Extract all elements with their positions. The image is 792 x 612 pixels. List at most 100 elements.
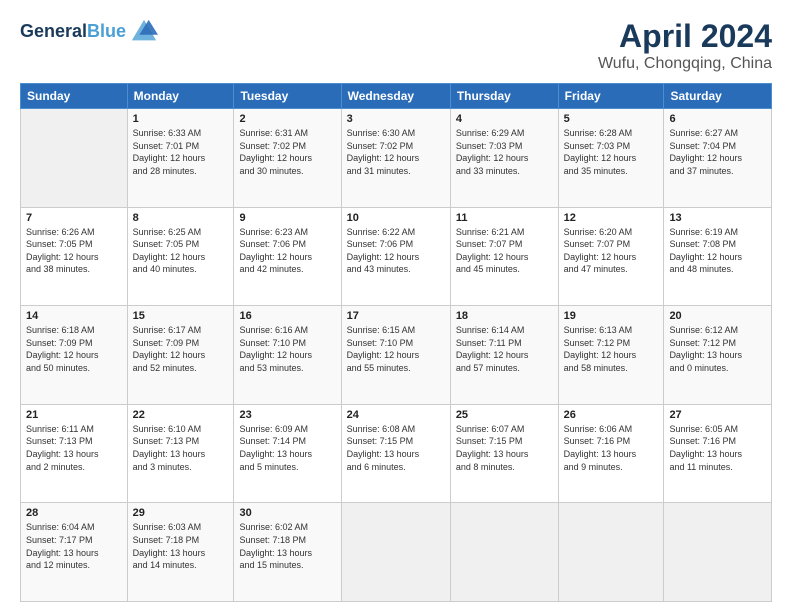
calendar-week-3: 14Sunrise: 6:18 AM Sunset: 7:09 PM Dayli…: [21, 306, 772, 405]
day-number: 7: [26, 212, 122, 224]
calendar-cell: 13 Sunrise: 6:19 AM Sunset: 7:08 PM Dayli…: [664, 207, 772, 306]
day-number: 30: [239, 507, 335, 519]
day-info: Sunrise: 6:16 AM Sunset: 7:10 PM Dayligh…: [239, 324, 335, 374]
day-number: 6: [669, 113, 766, 125]
calendar-cell: 29 Sunrise: 6:03 AM Sunset: 7:18 PM Dayli…: [127, 503, 234, 602]
col-sunday: Sunday: [21, 84, 128, 109]
day-number: 18: [456, 310, 553, 322]
calendar-cell: 10 Sunrise: 6:22 AM Sunset: 7:06 PM Dayli…: [341, 207, 450, 306]
day-info: Sunrise: 6:07 AM Sunset: 7:15 PM Dayligh…: [456, 423, 553, 473]
day-number: 27: [669, 409, 766, 421]
calendar-cell: [341, 503, 450, 602]
day-number: 5: [564, 113, 659, 125]
calendar-cell: 8 Sunrise: 6:25 AM Sunset: 7:05 PM Daylig…: [127, 207, 234, 306]
calendar-cell: [664, 503, 772, 602]
calendar-cell: 21 Sunrise: 6:11 AM Sunset: 7:13 PM Dayli…: [21, 404, 128, 503]
calendar-title: April 2024: [598, 18, 772, 55]
day-info: Sunrise: 6:20 AM Sunset: 7:07 PM Dayligh…: [564, 226, 659, 276]
calendar-cell: 9Sunrise: 6:23 AM Sunset: 7:06 PM Daylig…: [234, 207, 341, 306]
day-number: 12: [564, 212, 659, 224]
col-friday: Friday: [558, 84, 664, 109]
day-number: 15: [133, 310, 229, 322]
calendar-week-2: 7Sunrise: 6:26 AM Sunset: 7:05 PM Daylig…: [21, 207, 772, 306]
day-number: 23: [239, 409, 335, 421]
day-number: 25: [456, 409, 553, 421]
calendar-cell: 25 Sunrise: 6:07 AM Sunset: 7:15 PM Dayli…: [450, 404, 558, 503]
col-monday: Monday: [127, 84, 234, 109]
day-info: Sunrise: 6:25 AM Sunset: 7:05 PM Dayligh…: [133, 226, 229, 276]
day-number: 4: [456, 113, 553, 125]
logo: GeneralBlue: [20, 18, 158, 46]
day-info: Sunrise: 6:22 AM Sunset: 7:06 PM Dayligh…: [347, 226, 445, 276]
calendar-week-5: 28 Sunrise: 6:04 AM Sunset: 7:17 PM Dayli…: [21, 503, 772, 602]
calendar-cell: 20Sunrise: 6:12 AM Sunset: 7:12 PM Dayli…: [664, 306, 772, 405]
day-info: Sunrise: 6:31 AM Sunset: 7:02 PM Dayligh…: [239, 127, 335, 177]
day-info: Sunrise: 6:15 AM Sunset: 7:10 PM Dayligh…: [347, 324, 445, 374]
day-info: Sunrise: 6:12 AM Sunset: 7:12 PM Dayligh…: [669, 324, 766, 374]
calendar-cell: 4 Sunrise: 6:29 AM Sunset: 7:03 PM Daylig…: [450, 109, 558, 208]
day-info: Sunrise: 6:23 AM Sunset: 7:06 PM Dayligh…: [239, 226, 335, 276]
calendar-cell: 6Sunrise: 6:27 AM Sunset: 7:04 PM Daylig…: [664, 109, 772, 208]
calendar-cell: 15 Sunrise: 6:17 AM Sunset: 7:09 PM Dayli…: [127, 306, 234, 405]
calendar-cell: 3 Sunrise: 6:30 AM Sunset: 7:02 PM Daylig…: [341, 109, 450, 208]
day-info: Sunrise: 6:03 AM Sunset: 7:18 PM Dayligh…: [133, 521, 229, 571]
calendar-cell: 30Sunrise: 6:02 AM Sunset: 7:18 PM Dayli…: [234, 503, 341, 602]
day-info: Sunrise: 6:14 AM Sunset: 7:11 PM Dayligh…: [456, 324, 553, 374]
day-info: Sunrise: 6:21 AM Sunset: 7:07 PM Dayligh…: [456, 226, 553, 276]
day-info: Sunrise: 6:33 AM Sunset: 7:01 PM Dayligh…: [133, 127, 229, 177]
col-wednesday: Wednesday: [341, 84, 450, 109]
day-number: 22: [133, 409, 229, 421]
calendar-subtitle: Wufu, Chongqing, China: [598, 55, 772, 73]
calendar-cell: 14Sunrise: 6:18 AM Sunset: 7:09 PM Dayli…: [21, 306, 128, 405]
col-saturday: Saturday: [664, 84, 772, 109]
title-block: April 2024 Wufu, Chongqing, China: [598, 18, 772, 73]
day-info: Sunrise: 6:30 AM Sunset: 7:02 PM Dayligh…: [347, 127, 445, 177]
calendar-cell: [21, 109, 128, 208]
day-number: 3: [347, 113, 445, 125]
calendar-week-1: 1 Sunrise: 6:33 AM Sunset: 7:01 PM Daylig…: [21, 109, 772, 208]
day-number: 11: [456, 212, 553, 224]
day-number: 14: [26, 310, 122, 322]
calendar-cell: 23Sunrise: 6:09 AM Sunset: 7:14 PM Dayli…: [234, 404, 341, 503]
day-info: Sunrise: 6:06 AM Sunset: 7:16 PM Dayligh…: [564, 423, 659, 473]
day-number: 21: [26, 409, 122, 421]
calendar-cell: 24 Sunrise: 6:08 AM Sunset: 7:15 PM Dayli…: [341, 404, 450, 503]
calendar-table: Sunday Monday Tuesday Wednesday Thursday…: [20, 83, 772, 602]
day-info: Sunrise: 6:05 AM Sunset: 7:16 PM Dayligh…: [669, 423, 766, 473]
day-number: 2: [239, 113, 335, 125]
day-info: Sunrise: 6:29 AM Sunset: 7:03 PM Dayligh…: [456, 127, 553, 177]
calendar-cell: 22Sunrise: 6:10 AM Sunset: 7:13 PM Dayli…: [127, 404, 234, 503]
col-tuesday: Tuesday: [234, 84, 341, 109]
day-number: 1: [133, 113, 229, 125]
logo-text: GeneralBlue: [20, 22, 126, 42]
day-number: 19: [564, 310, 659, 322]
day-info: Sunrise: 6:19 AM Sunset: 7:08 PM Dayligh…: [669, 226, 766, 276]
day-number: 13: [669, 212, 766, 224]
day-number: 17: [347, 310, 445, 322]
calendar-cell: 26 Sunrise: 6:06 AM Sunset: 7:16 PM Dayli…: [558, 404, 664, 503]
day-info: Sunrise: 6:17 AM Sunset: 7:09 PM Dayligh…: [133, 324, 229, 374]
day-info: Sunrise: 6:08 AM Sunset: 7:15 PM Dayligh…: [347, 423, 445, 473]
day-info: Sunrise: 6:11 AM Sunset: 7:13 PM Dayligh…: [26, 423, 122, 473]
header: GeneralBlue April 2024 Wufu, Chongqing, …: [20, 18, 772, 73]
day-number: 26: [564, 409, 659, 421]
day-info: Sunrise: 6:13 AM Sunset: 7:12 PM Dayligh…: [564, 324, 659, 374]
logo-icon: [130, 18, 158, 46]
calendar-cell: 18 Sunrise: 6:14 AM Sunset: 7:11 PM Dayli…: [450, 306, 558, 405]
day-number: 29: [133, 507, 229, 519]
calendar-cell: 5 Sunrise: 6:28 AM Sunset: 7:03 PM Daylig…: [558, 109, 664, 208]
calendar-cell: 16 Sunrise: 6:16 AM Sunset: 7:10 PM Dayli…: [234, 306, 341, 405]
day-number: 28: [26, 507, 122, 519]
day-number: 16: [239, 310, 335, 322]
calendar-cell: 27 Sunrise: 6:05 AM Sunset: 7:16 PM Dayli…: [664, 404, 772, 503]
calendar-cell: [450, 503, 558, 602]
day-number: 24: [347, 409, 445, 421]
day-number: 10: [347, 212, 445, 224]
col-thursday: Thursday: [450, 84, 558, 109]
day-number: 8: [133, 212, 229, 224]
day-info: Sunrise: 6:04 AM Sunset: 7:17 PM Dayligh…: [26, 521, 122, 571]
day-info: Sunrise: 6:28 AM Sunset: 7:03 PM Dayligh…: [564, 127, 659, 177]
calendar-cell: 12 Sunrise: 6:20 AM Sunset: 7:07 PM Dayli…: [558, 207, 664, 306]
calendar-cell: 7Sunrise: 6:26 AM Sunset: 7:05 PM Daylig…: [21, 207, 128, 306]
calendar-cell: 2 Sunrise: 6:31 AM Sunset: 7:02 PM Daylig…: [234, 109, 341, 208]
